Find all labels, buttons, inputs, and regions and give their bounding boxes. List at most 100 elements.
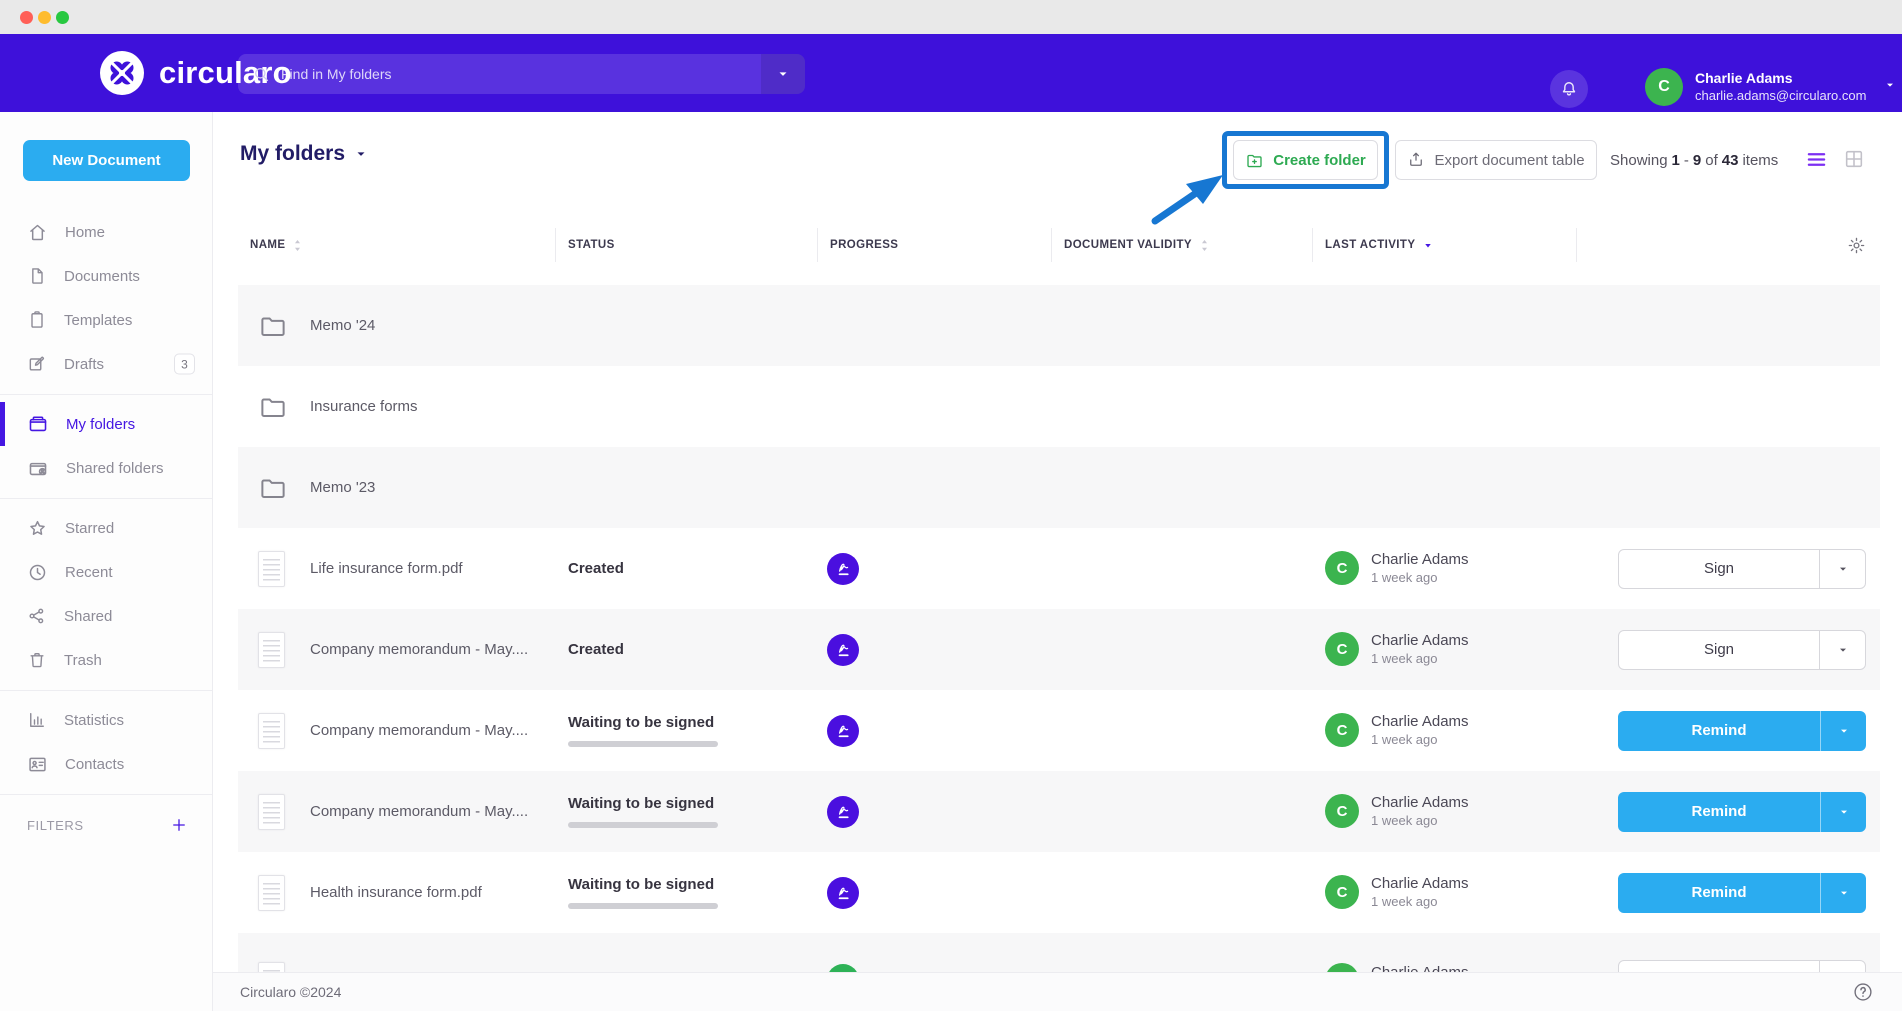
sidebar-item-starred[interactable]: Starred	[0, 506, 212, 550]
sidebar-item-label: Starred	[65, 520, 114, 537]
sidebar-item-recent[interactable]: Recent	[0, 550, 212, 594]
table-settings-button[interactable]	[1847, 236, 1866, 255]
grid-view-toggle[interactable]	[1843, 148, 1865, 170]
activity-time: 1 week ago	[1371, 813, 1469, 830]
document-thumbnail	[258, 632, 285, 668]
activity-time: 1 week ago	[1371, 732, 1469, 749]
activity-time: 1 week ago	[1371, 570, 1469, 587]
document-thumbnail	[258, 875, 285, 911]
sidebar-item-drafts[interactable]: Drafts3	[0, 342, 212, 386]
list-view-toggle[interactable]	[1805, 148, 1828, 171]
signature-progress-badge	[827, 553, 859, 585]
user-avatar: C	[1325, 713, 1359, 747]
status-text: Waiting to be signed	[568, 795, 718, 812]
sidebar-item-label: Recent	[65, 564, 113, 581]
sidebar-item-statistics[interactable]: Statistics	[0, 698, 212, 742]
sidebar-item-label: Statistics	[64, 712, 124, 729]
column-header-progress[interactable]: PROGRESS	[818, 228, 1052, 262]
sidebar-item-label: Drafts	[64, 356, 104, 373]
activity-time: 1 week ago	[1371, 894, 1469, 911]
footer: Circularo ©2024	[213, 972, 1902, 1011]
sidebar-item-label: My folders	[66, 416, 135, 433]
search-input[interactable]	[271, 66, 761, 82]
folder-row[interactable]: Memo '23	[238, 447, 1880, 528]
document-row[interactable]: Life insurance form.pdfCreatedCCharlie A…	[238, 528, 1880, 609]
user-menu[interactable]: C Charlie Adams charlie.adams@circularo.…	[1645, 68, 1896, 106]
sidebar-item-shared[interactable]: Shared	[0, 594, 212, 638]
document-row[interactable]: Company memorandum - May....Waiting to b…	[238, 771, 1880, 852]
create-folder-button[interactable]: Create folder	[1233, 140, 1378, 180]
remind-button[interactable]: Remind	[1618, 711, 1866, 751]
action-label: Remind	[1618, 711, 1820, 751]
status-text: Created	[568, 641, 624, 658]
document-row[interactable]: Health insurance form.pdfWaiting to be s…	[238, 852, 1880, 933]
new-document-button[interactable]: New Document	[23, 140, 190, 181]
column-header-status[interactable]: STATUS	[556, 228, 818, 262]
action-dropdown-caret[interactable]	[1820, 792, 1866, 832]
document-row[interactable]: Company memorandum - May....CreatedCChar…	[238, 609, 1880, 690]
status-text: Waiting to be signed	[568, 876, 718, 893]
zoom-window-button[interactable]	[56, 11, 69, 24]
help-button[interactable]	[1852, 981, 1874, 1003]
signature-progress-badge	[827, 634, 859, 666]
items-count: Showing 1 - 9 of 43 items	[1610, 140, 1778, 180]
page-title-caret-icon[interactable]	[354, 147, 368, 161]
action-dropdown-caret[interactable]	[1819, 550, 1865, 588]
document-row[interactable]: Company memorandum - May.... Waiting to b…	[238, 690, 1880, 771]
minimize-window-button[interactable]	[38, 11, 51, 24]
status-text: Waiting to be signed	[568, 714, 718, 731]
user-menu-caret-icon	[1884, 78, 1896, 96]
progress-bar	[568, 903, 718, 909]
folder-row[interactable]: Memo '24	[238, 285, 1880, 366]
sign-button[interactable]: Sign	[1618, 549, 1866, 589]
column-label: STATUS	[568, 239, 615, 251]
sidebar-divider	[0, 794, 212, 795]
sidebar-item-label: Trash	[64, 652, 102, 669]
document-thumbnail	[258, 713, 285, 749]
add-filter-button[interactable]	[170, 816, 188, 834]
activity-user: Charlie Adams	[1371, 631, 1469, 651]
progress-bar	[568, 822, 718, 828]
activity-user: Charlie Adams	[1371, 793, 1469, 813]
circularo-logo-icon	[98, 49, 146, 97]
remind-button[interactable]: Remind	[1618, 792, 1866, 832]
export-document-table-button[interactable]: Export document table	[1395, 140, 1597, 180]
column-header-last-activity[interactable]: LAST ACTIVITY	[1313, 228, 1577, 262]
column-label: NAME	[250, 239, 285, 251]
user-email: charlie.adams@circularo.com	[1695, 88, 1866, 104]
action-dropdown-caret[interactable]	[1820, 711, 1866, 751]
remind-button[interactable]: Remind	[1618, 873, 1866, 913]
column-header-name[interactable]: NAME	[238, 228, 556, 262]
share-icon	[27, 606, 47, 626]
close-window-button[interactable]	[20, 11, 33, 24]
user-avatar: C	[1645, 68, 1683, 106]
folder-icon	[27, 413, 49, 435]
sidebar-item-my-folders[interactable]: My folders	[0, 402, 212, 446]
contacts-icon	[27, 754, 48, 775]
sidebar-item-trash[interactable]: Trash	[0, 638, 212, 682]
sidebar-item-home[interactable]: Home	[0, 210, 212, 254]
folder-row[interactable]: Insurance forms	[238, 366, 1880, 447]
sidebar-nav: HomeDocumentsTemplatesDrafts3 My folders S…	[0, 210, 212, 795]
sidebar-item-shared-folders[interactable]: Shared folders	[0, 446, 212, 490]
action-label: Remind	[1618, 792, 1820, 832]
search-scope-dropdown[interactable]	[761, 54, 805, 94]
sign-button[interactable]: Sign	[1618, 630, 1866, 670]
sidebar-item-contacts[interactable]: Contacts	[0, 742, 212, 786]
column-header-document-validity[interactable]: DOCUMENT VALIDITY	[1052, 228, 1313, 262]
signature-progress-badge	[827, 877, 859, 909]
folder-plus-icon	[1245, 151, 1264, 170]
filters-section: FILTERS	[0, 802, 212, 834]
progress-bar	[568, 741, 718, 747]
sidebar-divider	[0, 690, 212, 691]
page-title-group: My folders	[240, 142, 368, 166]
sidebar-item-templates[interactable]: Templates	[0, 298, 212, 342]
sort-desc-icon	[1422, 239, 1434, 251]
sidebar-item-documents[interactable]: Documents	[0, 254, 212, 298]
action-dropdown-caret[interactable]	[1820, 873, 1866, 913]
sort-icon	[292, 239, 303, 252]
user-avatar: C	[1325, 551, 1359, 585]
item-name: Company memorandum - May....	[310, 722, 528, 739]
action-dropdown-caret[interactable]	[1819, 631, 1865, 669]
notifications-button[interactable]	[1550, 70, 1588, 108]
